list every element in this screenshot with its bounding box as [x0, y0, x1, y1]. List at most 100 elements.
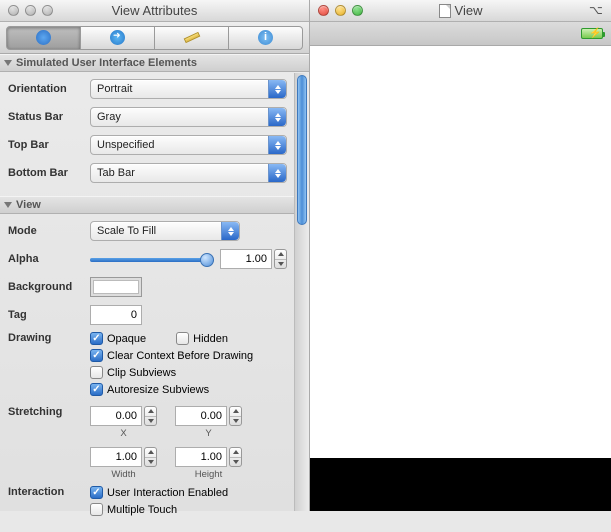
statusbar-select[interactable]: Gray	[90, 107, 287, 127]
stretch-height-sublabel: Height	[195, 469, 222, 480]
clearcontext-checkbox-row[interactable]: Clear Context Before Drawing	[90, 349, 287, 362]
section-view[interactable]: View	[0, 196, 309, 214]
arrow-icon	[110, 30, 125, 45]
connections-tab[interactable]	[81, 26, 155, 50]
scrollbar-thumb[interactable]	[297, 75, 307, 225]
simulated-tab-bar	[310, 458, 611, 511]
orientation-select[interactable]: Portrait	[90, 79, 287, 99]
checkbox-label: User Interaction Enabled	[107, 487, 228, 499]
alpha-input[interactable]	[220, 249, 272, 269]
select-arrows-icon	[221, 222, 239, 240]
vertical-scrollbar[interactable]	[294, 73, 309, 511]
attributes-tab[interactable]	[6, 26, 81, 50]
checkbox-label: Clip Subviews	[107, 367, 176, 379]
opaque-checkbox-row[interactable]: Opaque	[90, 332, 146, 345]
stretching-label: Stretching	[8, 406, 90, 418]
tag-label: Tag	[8, 309, 90, 321]
zoom-button[interactable]	[352, 5, 363, 16]
stretch-width-input[interactable]	[90, 447, 142, 467]
stretch-height-stepper[interactable]	[229, 447, 242, 467]
checkbox-icon	[90, 366, 103, 379]
background-color-well[interactable]	[90, 277, 142, 297]
select-arrows-icon	[268, 108, 286, 126]
view-preview-window: View ⌥ ⚡	[310, 0, 611, 511]
battery-icon: ⚡	[581, 28, 603, 39]
document-icon	[439, 4, 451, 18]
titlebar-right: View ⌥	[310, 0, 611, 22]
disclosure-triangle-icon	[4, 202, 12, 208]
bottombar-select[interactable]: Tab Bar	[90, 163, 287, 183]
select-value: Scale To Fill	[97, 225, 156, 237]
stretch-y-sublabel: Y	[205, 428, 211, 439]
select-arrows-icon	[268, 164, 286, 182]
select-value: Unspecified	[97, 139, 154, 151]
interaction-label: Interaction	[8, 486, 90, 498]
toolbar-toggle-icon[interactable]: ⌥	[589, 3, 605, 17]
mode-select[interactable]: Scale To Fill	[90, 221, 240, 241]
select-value: Tab Bar	[97, 167, 135, 179]
select-value: Gray	[97, 111, 121, 123]
section-title: View	[16, 199, 41, 211]
checkbox-icon	[90, 503, 103, 516]
simulated-status-bar: ⚡	[310, 22, 611, 46]
stretch-y-stepper[interactable]	[229, 406, 242, 426]
checkbox-icon	[90, 383, 103, 396]
anchor-icon	[36, 30, 51, 45]
topbar-select[interactable]: Unspecified	[90, 135, 287, 155]
checkbox-label: Hidden	[193, 333, 228, 345]
close-button[interactable]	[318, 5, 329, 16]
hidden-checkbox-row[interactable]: Hidden	[176, 332, 228, 345]
select-value: Portrait	[97, 83, 132, 95]
bottombar-label: Bottom Bar	[8, 167, 90, 179]
inspector-toolbar: i	[0, 22, 309, 54]
autoresize-checkbox-row[interactable]: Autoresize Subviews	[90, 383, 287, 396]
background-label: Background	[8, 281, 90, 293]
select-arrows-icon	[268, 80, 286, 98]
stretch-width-stepper[interactable]	[144, 447, 157, 467]
userinteraction-checkbox-row[interactable]: User Interaction Enabled	[90, 486, 228, 499]
alpha-slider[interactable]	[90, 251, 214, 267]
close-button[interactable]	[8, 5, 19, 16]
simulated-ui-form: Orientation Portrait Status Bar Gray Top…	[0, 72, 309, 196]
view-form: Mode Scale To Fill Alpha Background Tag …	[0, 214, 309, 532]
stretch-x-input[interactable]	[90, 406, 142, 426]
simulated-view-content	[310, 46, 611, 458]
statusbar-label: Status Bar	[8, 111, 90, 123]
select-arrows-icon	[268, 136, 286, 154]
window-controls	[310, 5, 363, 16]
section-simulated-ui[interactable]: Simulated User Interface Elements	[0, 54, 309, 72]
checkbox-icon	[90, 486, 103, 499]
stretch-y-input[interactable]	[175, 406, 227, 426]
alpha-stepper[interactable]	[274, 249, 287, 269]
info-icon: i	[258, 30, 273, 45]
checkbox-icon	[90, 349, 103, 362]
alpha-label: Alpha	[8, 253, 90, 265]
clipsubviews-checkbox-row[interactable]: Clip Subviews	[90, 366, 287, 379]
checkbox-label: Multiple Touch	[107, 504, 177, 516]
disclosure-triangle-icon	[4, 60, 12, 66]
attributes-inspector-window: View Attributes i Simulated User Interfa…	[0, 0, 310, 511]
stretch-x-sublabel: X	[120, 428, 126, 439]
section-title: Simulated User Interface Elements	[16, 57, 197, 69]
zoom-button[interactable]	[42, 5, 53, 16]
checkbox-icon	[90, 332, 103, 345]
minimize-button[interactable]	[335, 5, 346, 16]
window-controls	[0, 5, 53, 16]
identity-tab[interactable]: i	[229, 26, 303, 50]
multipletouch-checkbox-row[interactable]: Multiple Touch	[90, 503, 228, 516]
ruler-icon	[183, 32, 200, 43]
titlebar-left: View Attributes	[0, 0, 309, 22]
stretch-width-sublabel: Width	[111, 469, 135, 480]
checkbox-icon	[176, 332, 189, 345]
tag-input[interactable]	[90, 305, 142, 325]
stretch-height-input[interactable]	[175, 447, 227, 467]
orientation-label: Orientation	[8, 83, 90, 95]
size-tab[interactable]	[155, 26, 229, 50]
checkbox-label: Autoresize Subviews	[107, 384, 209, 396]
stretch-x-stepper[interactable]	[144, 406, 157, 426]
topbar-label: Top Bar	[8, 139, 90, 151]
mode-label: Mode	[8, 225, 90, 237]
minimize-button[interactable]	[25, 5, 36, 16]
drawing-label: Drawing	[8, 332, 90, 344]
checkbox-label: Opaque	[107, 333, 146, 345]
